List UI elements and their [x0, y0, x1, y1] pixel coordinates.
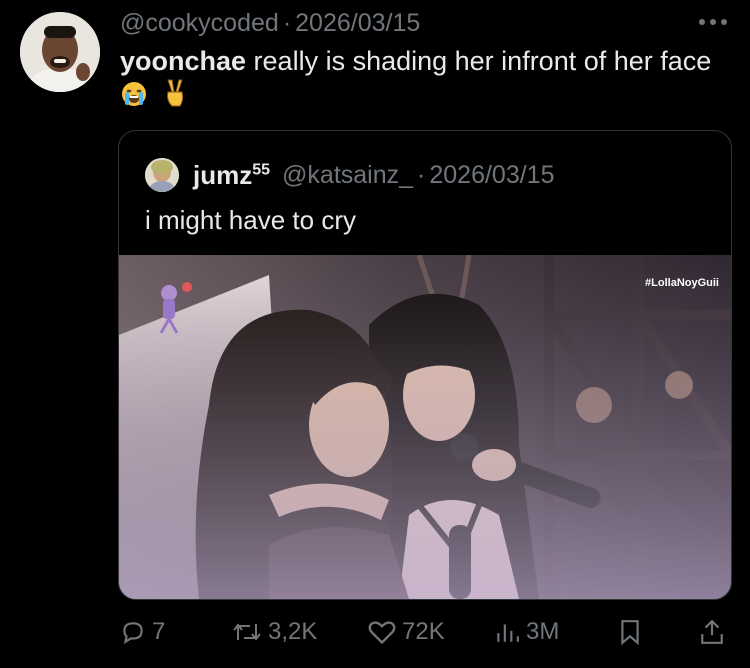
share-button[interactable]: [700, 612, 730, 652]
quote-author-name[interactable]: jumz55: [193, 160, 270, 191]
quote-author-name-sup: 55: [252, 160, 271, 178]
views-chart-icon: [497, 624, 519, 642]
more-horizontal-icon[interactable]: [696, 10, 730, 34]
quote-separator: ·: [417, 160, 426, 189]
repost-button[interactable]: 3,2K: [232, 612, 317, 652]
action-bar: 7 3,2K 72K 3M: [118, 612, 730, 652]
quote-media-image[interactable]: #LollaNoyGuii: [119, 255, 731, 599]
quote-date[interactable]: 2026/03/15: [429, 161, 554, 190]
header-separator: ·: [282, 8, 292, 37]
quote-author-name-text: jumz: [193, 159, 253, 190]
reply-count: 7: [152, 618, 166, 645]
quote-text: i might have to cry: [145, 205, 356, 235]
quote-author-avatar[interactable]: [145, 158, 179, 192]
like-count: 72K: [402, 618, 445, 645]
media-hashtag-overlay: #LollaNoyGuii: [645, 277, 719, 289]
victory-hand-emoji-icon: [162, 78, 188, 116]
bookmark-icon: [621, 620, 639, 645]
repost-count: 3,2K: [268, 618, 318, 645]
repost-icon: [233, 623, 261, 641]
reply-button[interactable]: 7: [120, 612, 165, 652]
tweet-header: @cookycoded · 2026/03/15: [120, 8, 420, 38]
share-icon: [701, 619, 723, 644]
tweet-body: really is shading her infront of her fac…: [246, 46, 712, 76]
bookmark-button[interactable]: [618, 612, 648, 652]
author-handle[interactable]: @cookycoded: [120, 9, 279, 38]
heart-icon: [368, 621, 396, 645]
quote-author-handle[interactable]: @katsainz_: [282, 161, 413, 190]
tweet-date[interactable]: 2026/03/15: [295, 9, 420, 38]
quote-header: jumz55 @katsainz_ · 2026/03/15: [145, 157, 554, 193]
views-count: 3M: [526, 618, 560, 645]
mentioned-name: yoonchae: [120, 46, 247, 76]
crying-face-emoji-icon: [120, 80, 148, 116]
author-avatar[interactable]: [20, 12, 100, 92]
like-button[interactable]: 72K: [368, 612, 445, 652]
views-button[interactable]: 3M: [494, 612, 559, 652]
reply-icon: [123, 622, 143, 644]
quoted-tweet[interactable]: jumz55 @katsainz_ · 2026/03/15 i might h…: [118, 130, 732, 600]
tweet-text: yoonchae really is shading her infront o…: [120, 44, 720, 116]
